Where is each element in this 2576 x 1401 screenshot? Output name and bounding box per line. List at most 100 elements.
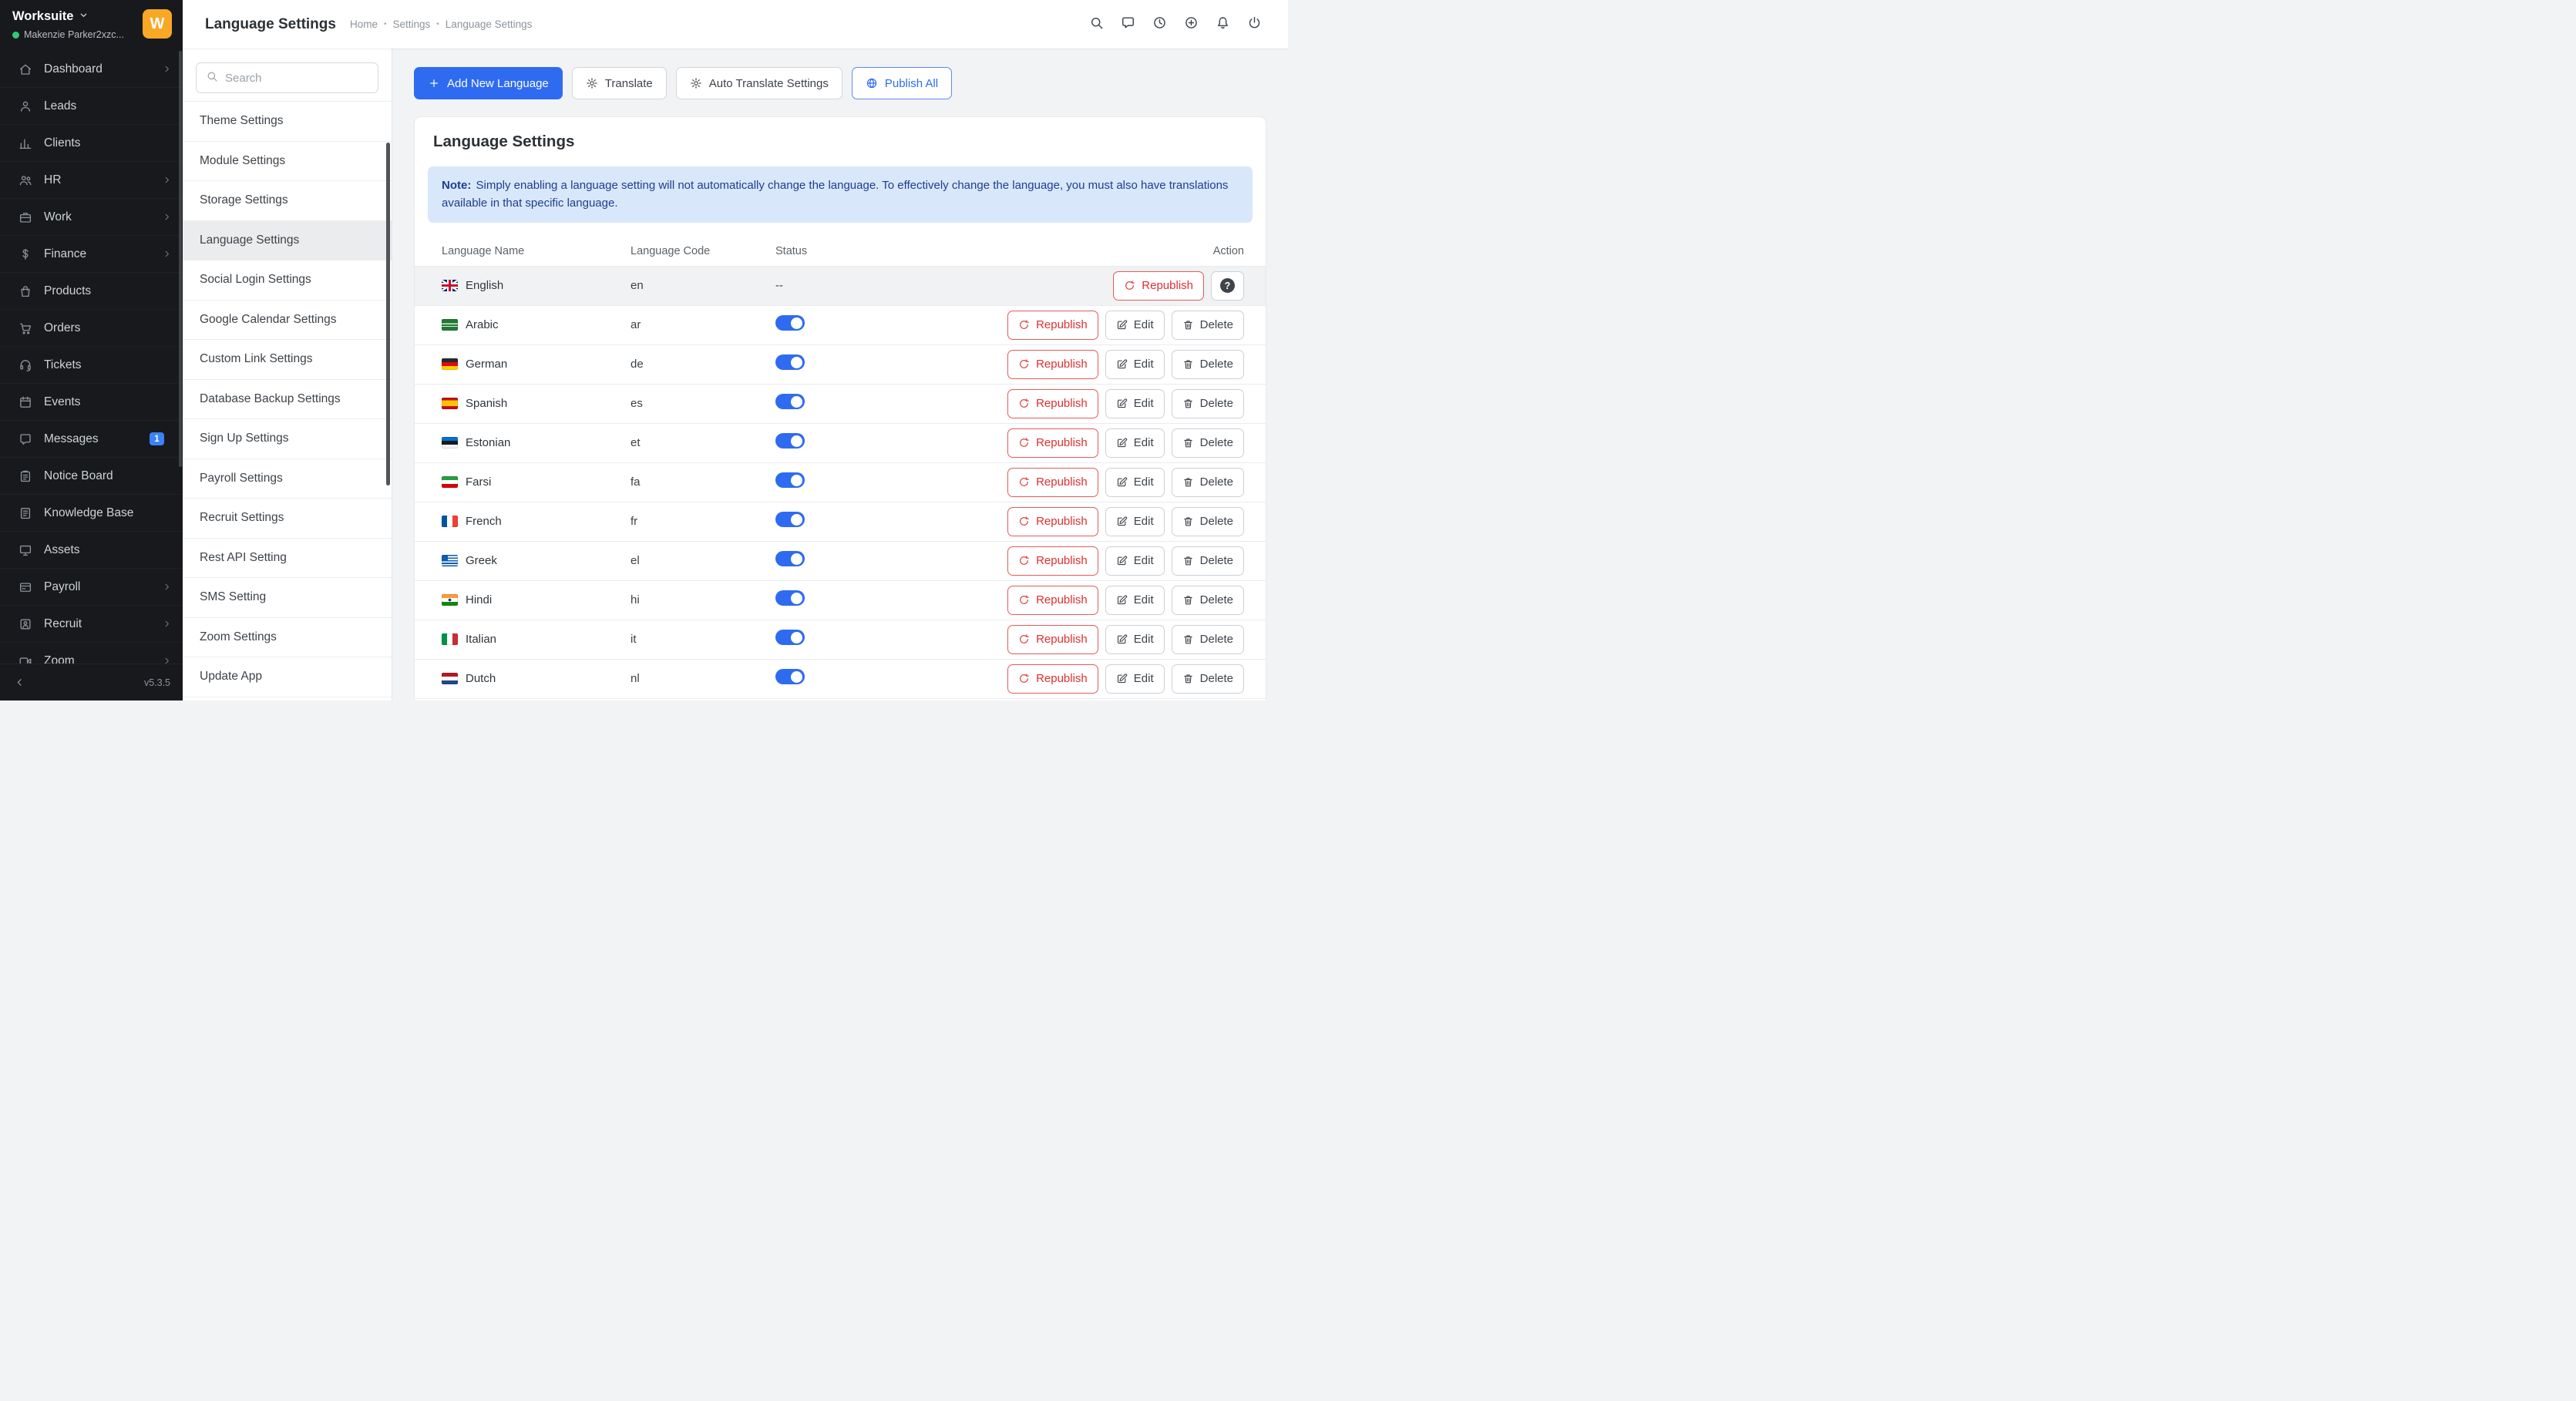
republish-button-farsi[interactable]: Republish xyxy=(1007,468,1098,497)
breadcrumb-item-language-settings[interactable]: Language Settings xyxy=(446,18,533,30)
republish-button-dutch[interactable]: Republish xyxy=(1007,664,1098,694)
breadcrumb-item-settings[interactable]: Settings xyxy=(393,18,431,30)
edit-button-arabic[interactable]: Edit xyxy=(1105,311,1165,340)
settings-nav-item-storage-settings[interactable]: Storage Settings xyxy=(183,181,392,221)
republish-button-spanish[interactable]: Republish xyxy=(1007,389,1098,418)
settings-nav-item-social-login-settings[interactable]: Social Login Settings xyxy=(183,260,392,301)
status-toggle-dutch[interactable] xyxy=(775,669,805,684)
sidebar-item-messages[interactable]: Messages1 xyxy=(0,421,183,458)
status-toggle-german[interactable] xyxy=(775,354,805,370)
sidebar-item-finance[interactable]: Finance xyxy=(0,236,183,273)
republish-button-french[interactable]: Republish xyxy=(1007,507,1098,536)
auto-translate-settings-button[interactable]: Auto Translate Settings xyxy=(676,67,842,99)
power-button[interactable] xyxy=(1247,15,1262,34)
edit-button-farsi[interactable]: Edit xyxy=(1105,468,1165,497)
sidebar-item-clients[interactable]: Clients xyxy=(0,125,183,162)
delete-button-spanish[interactable]: Delete xyxy=(1172,389,1244,418)
sidebar-item-work[interactable]: Work xyxy=(0,199,183,236)
delete-button-german[interactable]: Delete xyxy=(1172,350,1244,379)
settings-scrollbar[interactable] xyxy=(386,143,390,485)
translate-button[interactable]: Translate xyxy=(572,67,667,99)
delete-button-french[interactable]: Delete xyxy=(1172,507,1244,536)
sidebar-item-leads[interactable]: Leads xyxy=(0,88,183,125)
edit-button-greek[interactable]: Edit xyxy=(1105,546,1165,576)
edit-button-spanish[interactable]: Edit xyxy=(1105,389,1165,418)
delete-button-italian[interactable]: Delete xyxy=(1172,625,1244,654)
status-toggle-arabic[interactable] xyxy=(775,315,805,331)
settings-nav-item-custom-link-settings[interactable]: Custom Link Settings xyxy=(183,340,392,380)
sidebar-item-events[interactable]: Events xyxy=(0,384,183,421)
sidebar-item-products[interactable]: Products xyxy=(0,273,183,310)
sidebar-item-payroll[interactable]: Payroll xyxy=(0,569,183,606)
settings-nav-item-rest-api-setting[interactable]: Rest API Setting xyxy=(183,539,392,579)
clock-button[interactable] xyxy=(1152,15,1167,34)
bell-button[interactable] xyxy=(1216,15,1230,34)
search-button[interactable] xyxy=(1089,15,1104,34)
settings-nav-item-module-settings[interactable]: Module Settings xyxy=(183,142,392,182)
plus-circle-button[interactable] xyxy=(1184,15,1199,34)
delete-button-arabic[interactable]: Delete xyxy=(1172,311,1244,340)
sidebar-item-dashboard[interactable]: Dashboard xyxy=(0,51,183,88)
help-button[interactable]: ? xyxy=(1211,271,1244,301)
status-toggle-spanish[interactable] xyxy=(775,394,805,409)
settings-nav-item-database-backup-settings[interactable]: Database Backup Settings xyxy=(183,380,392,420)
edit-button-italian[interactable]: Edit xyxy=(1105,625,1165,654)
edit-button-french[interactable]: Edit xyxy=(1105,507,1165,536)
republish-button-greek[interactable]: Republish xyxy=(1007,546,1098,576)
status-toggle-estonian[interactable] xyxy=(775,433,805,449)
settings-nav-item-sms-setting[interactable]: SMS Setting xyxy=(183,578,392,618)
republish-button-english[interactable]: Republish xyxy=(1113,271,1204,301)
action-cell: RepublishEditDelete xyxy=(1007,350,1244,379)
flag-nl-icon xyxy=(442,673,458,684)
settings-nav-item-zoom-settings[interactable]: Zoom Settings xyxy=(183,618,392,658)
language-row-spanish: SpanishesRepublishEditDelete xyxy=(415,384,1266,423)
app-logo[interactable]: W xyxy=(143,9,172,39)
delete-label: Delete xyxy=(1200,633,1233,646)
add-new-language-button[interactable]: Add New Language xyxy=(414,67,563,99)
settings-nav-item-payroll-settings[interactable]: Payroll Settings xyxy=(183,459,392,499)
collapse-sidebar-button[interactable] xyxy=(14,677,25,688)
sidebar-item-recruit[interactable]: Recruit xyxy=(0,606,183,643)
republish-button-arabic[interactable]: Republish xyxy=(1007,311,1098,340)
delete-button-dutch[interactable]: Delete xyxy=(1172,664,1244,694)
settings-search-input[interactable] xyxy=(225,72,368,85)
delete-button-estonian[interactable]: Delete xyxy=(1172,428,1244,458)
settings-nav-item-google-calendar-settings[interactable]: Google Calendar Settings xyxy=(183,301,392,341)
language-code: el xyxy=(631,554,775,567)
workspace-switcher[interactable]: Worksuite xyxy=(12,9,124,24)
republish-button-estonian[interactable]: Republish xyxy=(1007,428,1098,458)
status-toggle-farsi[interactable] xyxy=(775,472,805,488)
settings-nav-item-sign-up-settings[interactable]: Sign Up Settings xyxy=(183,419,392,459)
settings-nav-item-update-app[interactable]: Update App xyxy=(183,657,392,697)
republish-button-hindi[interactable]: Republish xyxy=(1007,586,1098,615)
republish-button-italian[interactable]: Republish xyxy=(1007,625,1098,654)
edit-button-hindi[interactable]: Edit xyxy=(1105,586,1165,615)
edit-button-dutch[interactable]: Edit xyxy=(1105,664,1165,694)
chevron-right-icon xyxy=(162,64,172,74)
sidebar-item-knowledge-base[interactable]: Knowledge Base xyxy=(0,495,183,532)
sidebar-scrollbar[interactable] xyxy=(179,51,182,467)
sidebar-item-hr[interactable]: HR xyxy=(0,162,183,199)
delete-button-greek[interactable]: Delete xyxy=(1172,546,1244,576)
breadcrumb-item-home[interactable]: Home xyxy=(350,18,378,30)
settings-nav-item-recruit-settings[interactable]: Recruit Settings xyxy=(183,499,392,539)
chevron-right-icon xyxy=(162,175,172,185)
sidebar-item-assets[interactable]: Assets xyxy=(0,532,183,569)
sidebar-item-notice-board[interactable]: Notice Board xyxy=(0,458,183,495)
edit-button-estonian[interactable]: Edit xyxy=(1105,428,1165,458)
comment-button[interactable] xyxy=(1121,15,1135,34)
status-toggle-italian[interactable] xyxy=(775,630,805,645)
edit-button-german[interactable]: Edit xyxy=(1105,350,1165,379)
publish-all-button[interactable]: Publish All xyxy=(852,67,952,99)
sidebar-item-orders[interactable]: Orders xyxy=(0,310,183,347)
delete-button-hindi[interactable]: Delete xyxy=(1172,586,1244,615)
settings-nav-item-language-settings[interactable]: Language Settings xyxy=(183,221,392,261)
settings-nav-item-theme-settings[interactable]: Theme Settings xyxy=(183,102,392,142)
delete-button-farsi[interactable]: Delete xyxy=(1172,468,1244,497)
status-toggle-hindi[interactable] xyxy=(775,590,805,606)
status-toggle-greek[interactable] xyxy=(775,551,805,566)
sidebar-item-tickets[interactable]: Tickets xyxy=(0,347,183,384)
republish-button-german[interactable]: Republish xyxy=(1007,350,1098,379)
language-code: et xyxy=(631,436,775,449)
status-toggle-french[interactable] xyxy=(775,512,805,527)
